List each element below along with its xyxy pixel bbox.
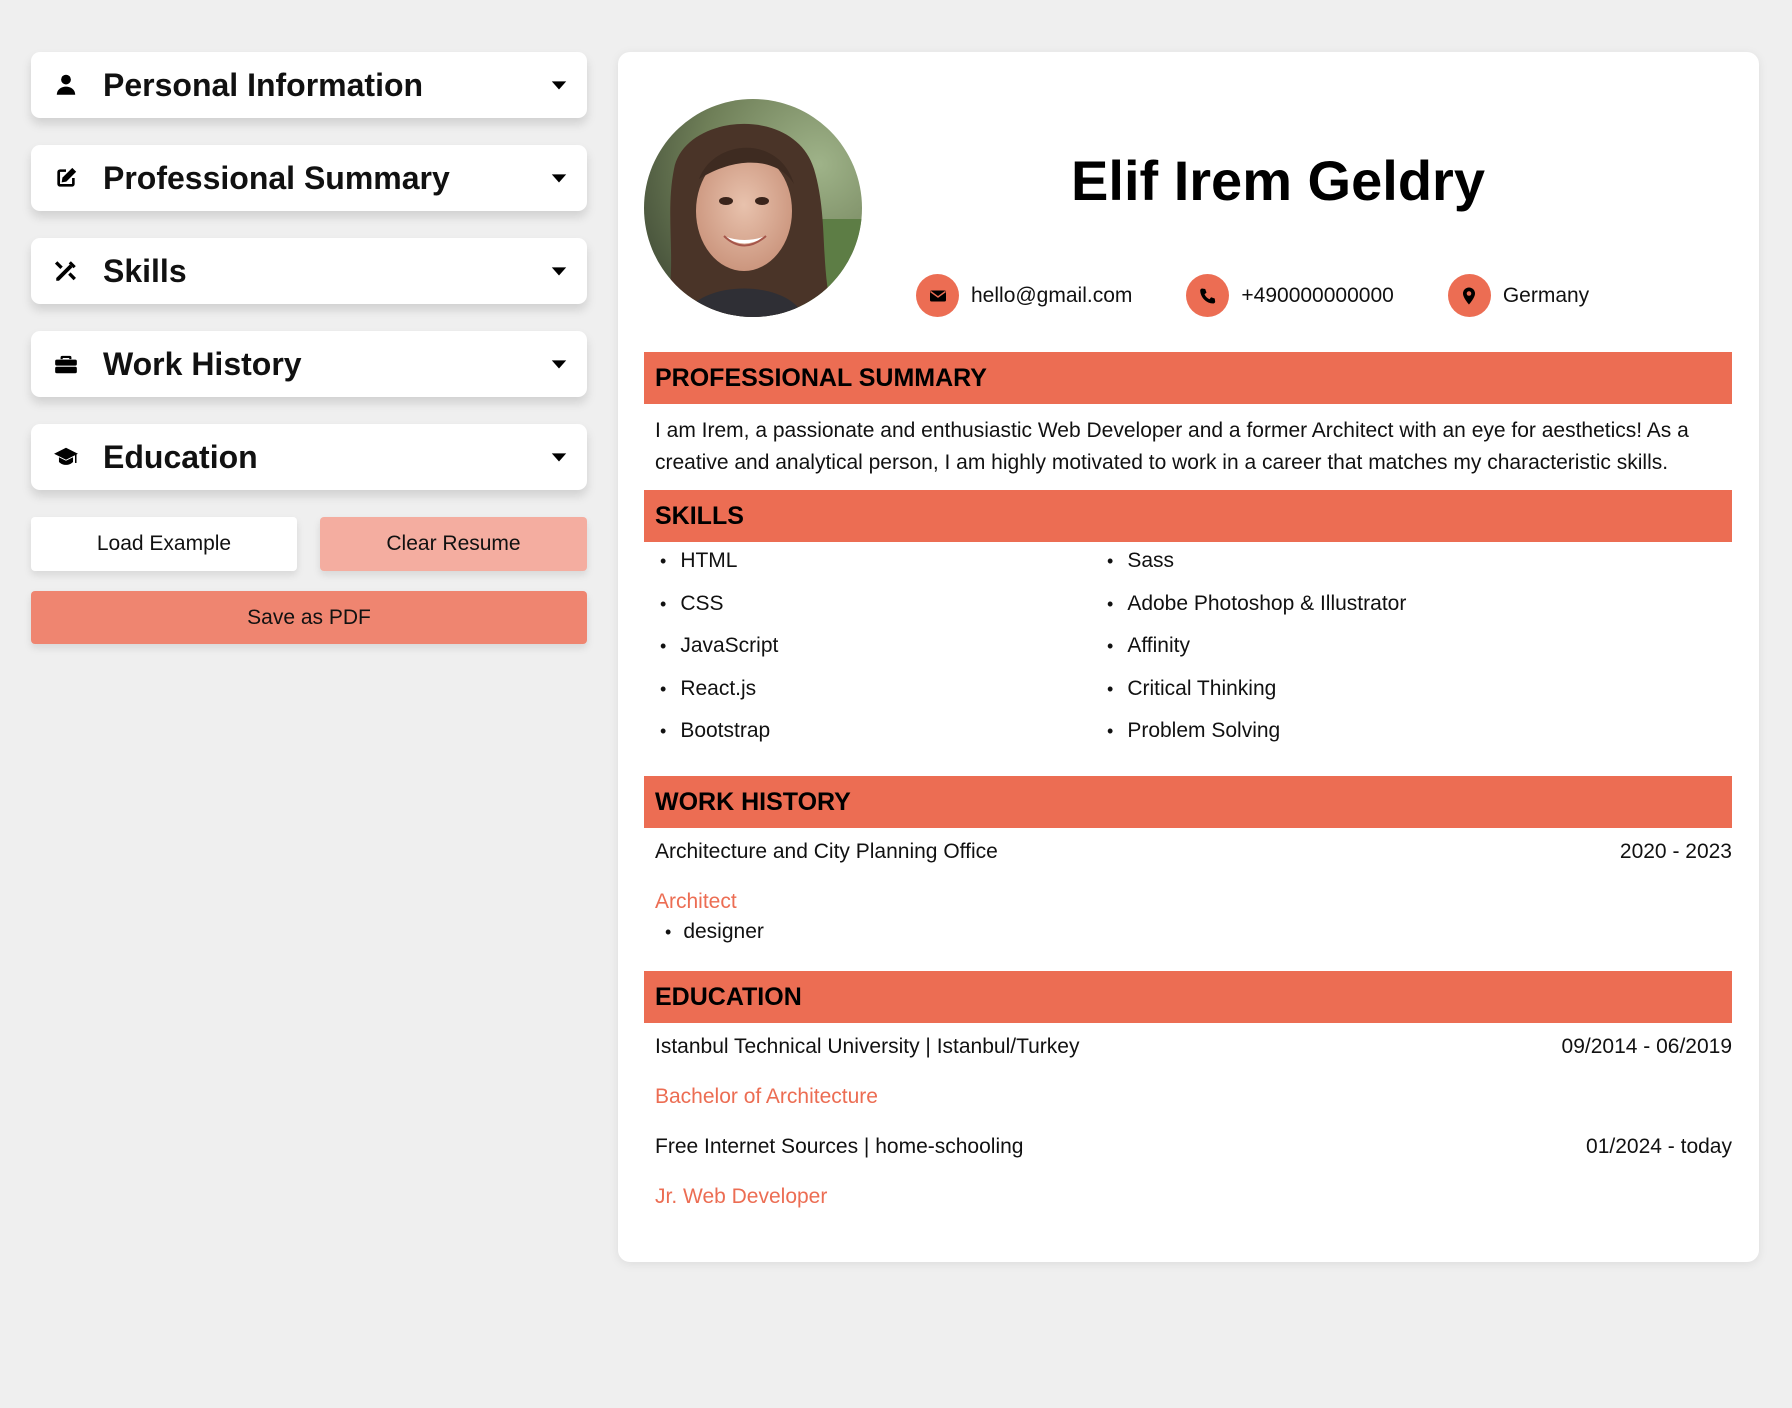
accordion-title: Personal Information bbox=[103, 66, 424, 103]
caret-down-icon bbox=[549, 168, 569, 188]
skill-item: HTML bbox=[655, 540, 1102, 583]
skill-item: CSS bbox=[655, 583, 1102, 626]
contact-location: Germany bbox=[1447, 274, 1590, 317]
contact-location-text: Germany bbox=[1502, 283, 1590, 307]
skill-item: Bootstrap bbox=[655, 710, 1102, 753]
accordion-work-history[interactable]: Work History bbox=[31, 331, 587, 397]
skill-item: Problem Solving bbox=[1102, 710, 1549, 753]
summary-text: I am Irem, a passionate and enthusiastic… bbox=[655, 419, 1689, 474]
skills-column-right: Sass Adobe Photoshop & Illustrator Affin… bbox=[1102, 540, 1549, 753]
work-dates: 2020 - 2023 bbox=[1619, 840, 1732, 863]
skill-item: Affinity bbox=[1102, 625, 1549, 668]
contact-email-text: hello@gmail.com bbox=[971, 283, 1133, 307]
tools-icon bbox=[51, 256, 81, 286]
skill-item: JavaScript bbox=[655, 625, 1102, 668]
load-example-button[interactable]: Load Example bbox=[31, 517, 297, 571]
resume-builder-page: Personal Information Professional Summar… bbox=[0, 0, 1792, 1408]
education-school: Free Internet Sources | home-schooling bbox=[655, 1135, 1024, 1158]
education-dates: 01/2024 - today bbox=[1586, 1135, 1732, 1158]
caret-down-icon bbox=[549, 447, 569, 467]
education-degree: Bachelor of Architecture bbox=[655, 1085, 878, 1108]
edit-icon bbox=[51, 163, 81, 193]
accordion-skills[interactable]: Skills bbox=[31, 238, 587, 304]
section-heading-work-history: WORK HISTORY bbox=[644, 776, 1732, 828]
contact-email: hello@gmail.com bbox=[916, 274, 1132, 317]
briefcase-icon bbox=[51, 349, 81, 379]
section-heading-education: EDUCATION bbox=[644, 971, 1732, 1023]
save-as-pdf-button[interactable]: Save as PDF bbox=[31, 591, 587, 644]
phone-icon bbox=[1186, 274, 1230, 317]
caret-down-icon bbox=[549, 354, 569, 374]
education-degree: Jr. Web Developer bbox=[655, 1185, 828, 1208]
caret-down-icon bbox=[549, 261, 569, 281]
accordion-education[interactable]: Education bbox=[31, 424, 587, 490]
map-pin-icon bbox=[1447, 274, 1491, 317]
education-dates: 09/2014 - 06/2019 bbox=[1561, 1035, 1732, 1058]
accordion-personal-information[interactable]: Personal Information bbox=[31, 52, 587, 118]
clear-resume-button[interactable]: Clear Resume bbox=[320, 517, 587, 571]
education-school: Istanbul Technical University | Istanbul… bbox=[655, 1035, 1080, 1058]
skills-column-left: HTML CSS JavaScript React.js Bootstrap bbox=[655, 540, 1102, 753]
work-task-item: designer bbox=[665, 920, 764, 944]
accordion-title: Skills bbox=[103, 252, 187, 289]
education-entry-header: Free Internet Sources | home-schooling 0… bbox=[655, 1135, 1732, 1159]
work-company: Architecture and City Planning Office bbox=[655, 840, 998, 863]
work-entry-header: Architecture and City Planning Office 20… bbox=[655, 840, 1732, 864]
work-job-title: Architect bbox=[655, 890, 737, 913]
envelope-icon bbox=[916, 274, 959, 317]
accordion-title: Education bbox=[103, 438, 258, 475]
accordion-title: Work History bbox=[103, 345, 302, 382]
caret-down-icon bbox=[549, 75, 569, 95]
skill-item: Sass bbox=[1102, 540, 1549, 583]
contact-row: hello@gmail.com +490000000000 Germany bbox=[916, 274, 1643, 317]
contact-phone: +490000000000 bbox=[1186, 274, 1394, 317]
skill-item: Critical Thinking bbox=[1102, 668, 1549, 711]
user-icon bbox=[51, 70, 81, 100]
contact-phone-text: +490000000000 bbox=[1241, 283, 1394, 307]
education-entry-header: Istanbul Technical University | Istanbul… bbox=[655, 1035, 1732, 1059]
skill-item: React.js bbox=[655, 668, 1102, 711]
skill-item: Adobe Photoshop & Illustrator bbox=[1102, 583, 1549, 626]
profile-photo bbox=[644, 99, 862, 317]
section-heading-summary: PROFESSIONAL SUMMARY bbox=[644, 352, 1732, 404]
resume-actions-row: Load Example Clear Resume bbox=[31, 517, 587, 571]
editor-sidebar: Personal Information Professional Summar… bbox=[31, 52, 587, 644]
graduation-cap-icon bbox=[51, 442, 81, 472]
accordion-title: Professional Summary bbox=[103, 159, 450, 196]
section-heading-skills: SKILLS bbox=[644, 490, 1732, 542]
skills-list: HTML CSS JavaScript React.js Bootstrap S… bbox=[655, 540, 1715, 753]
accordion-professional-summary[interactable]: Professional Summary bbox=[31, 145, 587, 211]
resume-preview: Elif Irem Geldry hello@gmail.com +490000… bbox=[618, 52, 1759, 1262]
candidate-name: Elif Irem Geldry bbox=[1071, 149, 1485, 212]
